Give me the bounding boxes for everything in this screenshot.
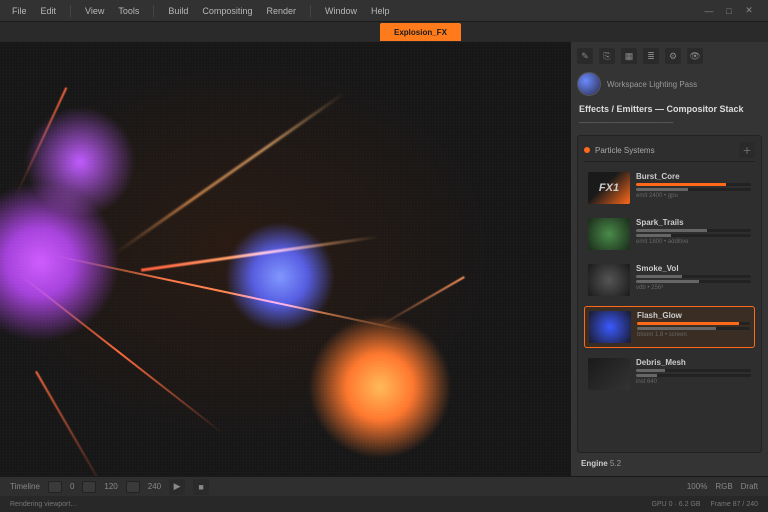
menubar: File Edit View Tools Build Compositing R… bbox=[0, 0, 768, 22]
menu-file[interactable]: File bbox=[12, 6, 27, 16]
panel-title: Effects / Emitters — Compositor Stack bbox=[579, 104, 762, 114]
progress-bar bbox=[636, 188, 751, 191]
separator bbox=[70, 5, 71, 17]
separator bbox=[310, 5, 311, 17]
channel-label[interactable]: RGB bbox=[715, 482, 732, 491]
brand-label: Engine 5.2 bbox=[581, 459, 758, 468]
asset-row[interactable]: Smoke_Vol vdb • 256³ bbox=[584, 260, 755, 300]
inspector: Particle Systems ＋ FX1 Burst_Core emit 2… bbox=[577, 135, 762, 453]
menu-build[interactable]: Build bbox=[168, 6, 188, 16]
settings-icon[interactable]: ⚙ bbox=[665, 48, 681, 64]
frame-value: 0 bbox=[70, 482, 74, 491]
bottom-toolbar: Timeline 0 120 240 ▶ ■ 100% RGB Draft bbox=[0, 476, 768, 496]
stop-button[interactable]: ■ bbox=[193, 479, 209, 495]
asset-meta: bloom 1.8 • screen bbox=[637, 332, 750, 338]
workspace-label: Workspace Lighting Pass bbox=[607, 80, 697, 89]
status-gpu: GPU 0 · 6.2 GB bbox=[652, 501, 701, 508]
progress-bar bbox=[637, 322, 750, 325]
frame-field[interactable] bbox=[48, 481, 62, 493]
viewport[interactable] bbox=[0, 42, 570, 476]
menu-view[interactable]: View bbox=[85, 6, 104, 16]
frame-field[interactable] bbox=[82, 481, 96, 493]
progress-bar bbox=[636, 234, 751, 237]
effect-blue-core bbox=[225, 222, 335, 332]
status-message: Rendering viewport… bbox=[10, 501, 77, 508]
menu-help[interactable]: Help bbox=[371, 6, 390, 16]
effect-purple-glow bbox=[20, 102, 140, 222]
frame-field[interactable] bbox=[126, 481, 140, 493]
edit-icon[interactable]: ✎ bbox=[577, 48, 593, 64]
asset-thumb bbox=[588, 218, 630, 250]
asset-row[interactable]: Debris_Mesh inst 640 bbox=[584, 354, 755, 394]
progress-bar bbox=[636, 229, 751, 232]
maximize-button[interactable]: □ bbox=[722, 4, 736, 18]
asset-label: Debris_Mesh bbox=[636, 358, 751, 367]
frame-value: 120 bbox=[104, 482, 117, 491]
status-frame: Frame 87 / 240 bbox=[711, 501, 758, 508]
asset-meta: emit 2400 • gpu bbox=[636, 193, 751, 199]
asset-thumb bbox=[588, 264, 630, 296]
frame-value: 240 bbox=[148, 482, 161, 491]
asset-thumb bbox=[588, 358, 630, 390]
asset-label: Smoke_Vol bbox=[636, 264, 751, 273]
panel-subtitle: ─────────────────── bbox=[577, 120, 762, 127]
status-dot-icon bbox=[584, 147, 590, 153]
side-panel: ✎ ⎘ ▦ ≣ ⚙ 👁 Workspace Lighting Pass Effe… bbox=[570, 42, 768, 476]
menu-tools[interactable]: Tools bbox=[118, 6, 139, 16]
menu-compositing[interactable]: Compositing bbox=[202, 6, 252, 16]
play-button[interactable]: ▶ bbox=[169, 479, 185, 495]
menu-window[interactable]: Window bbox=[325, 6, 357, 16]
zoom-label[interactable]: 100% bbox=[687, 482, 707, 491]
minimize-button[interactable]: — bbox=[702, 4, 716, 18]
progress-bar bbox=[637, 327, 750, 330]
separator bbox=[153, 5, 154, 17]
asset-row[interactable]: FX1 Burst_Core emit 2400 • gpu bbox=[584, 168, 755, 208]
eye-icon[interactable]: 👁 bbox=[687, 48, 703, 64]
effect-orange-blast bbox=[300, 312, 460, 462]
inspector-label: Particle Systems bbox=[595, 146, 655, 155]
tab-active[interactable]: Explosion_FX bbox=[380, 23, 461, 41]
asset-label: Flash_Glow bbox=[637, 311, 750, 320]
asset-label: Burst_Core bbox=[636, 172, 751, 181]
progress-bar bbox=[636, 374, 751, 377]
add-icon[interactable]: ＋ bbox=[739, 142, 755, 158]
menu-render[interactable]: Render bbox=[266, 6, 296, 16]
list-icon[interactable]: ≣ bbox=[643, 48, 659, 64]
asset-meta: vdb • 256³ bbox=[636, 285, 751, 291]
asset-thumb bbox=[589, 311, 631, 343]
asset-meta: inst 640 bbox=[636, 379, 751, 385]
grid-icon[interactable]: ▦ bbox=[621, 48, 637, 64]
progress-bar bbox=[636, 183, 751, 186]
progress-bar bbox=[636, 280, 751, 283]
document-tabs: Explosion_FX bbox=[0, 22, 768, 42]
close-button[interactable]: ✕ bbox=[742, 4, 756, 18]
status-bar: Rendering viewport… GPU 0 · 6.2 GB Frame… bbox=[0, 496, 768, 512]
avatar[interactable] bbox=[577, 72, 601, 96]
asset-label: Spark_Trails bbox=[636, 218, 751, 227]
asset-row[interactable]: Spark_Trails emit 1800 • additive bbox=[584, 214, 755, 254]
asset-row-selected[interactable]: Flash_Glow bloom 1.8 • screen bbox=[584, 306, 755, 348]
asset-thumb: FX1 bbox=[588, 172, 630, 204]
progress-bar bbox=[636, 275, 751, 278]
asset-meta: emit 1800 • additive bbox=[636, 239, 751, 245]
progress-bar bbox=[636, 369, 751, 372]
quality-label[interactable]: Draft bbox=[741, 482, 758, 491]
timeline-label: Timeline bbox=[10, 482, 40, 491]
link-icon[interactable]: ⎘ bbox=[599, 48, 615, 64]
menu-edit[interactable]: Edit bbox=[41, 6, 57, 16]
